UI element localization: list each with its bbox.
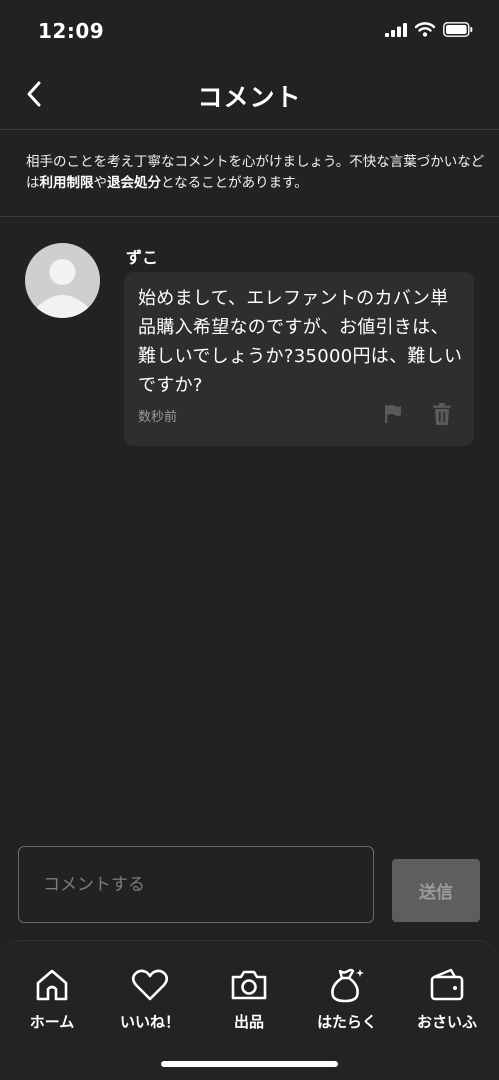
- tab-bar: ホーム いいね！ 出品 はたらく おさいふ: [0, 940, 499, 1080]
- comment-bubble: 始めまして、エレファントのカバン単品購入希望なのですが、お値引きは、難しいでしょ…: [124, 272, 474, 446]
- avatar[interactable]: [25, 243, 100, 318]
- signal-icon: [385, 22, 407, 37]
- notice-text-2: や: [93, 175, 108, 191]
- comment-username[interactable]: ずこ: [126, 244, 158, 268]
- tab-label: 出品: [233, 1013, 264, 1031]
- status-icons: [385, 22, 473, 37]
- divider: [0, 216, 499, 217]
- tab-likes[interactable]: いいね！: [100, 965, 200, 1035]
- tab-work[interactable]: はたらく: [297, 965, 397, 1035]
- camera-icon: [229, 965, 269, 1005]
- wallet-icon: [427, 965, 467, 1005]
- tab-label: いいね！: [119, 1013, 180, 1031]
- delete-button[interactable]: [431, 402, 453, 426]
- status-bar: 12:09: [0, 0, 499, 62]
- tab-listing[interactable]: 出品: [199, 965, 299, 1035]
- tab-home[interactable]: ホーム: [2, 965, 102, 1035]
- comment-text: 始めまして、エレファントのカバン単品購入希望なのですが、お値引きは、難しいでしょ…: [138, 288, 463, 396]
- comment-input[interactable]: [18, 846, 374, 923]
- flag-icon: [385, 405, 401, 423]
- tab-label: おさいふ: [416, 1013, 477, 1031]
- notice-bold-withdrawal: 退会処分: [107, 175, 161, 191]
- send-button[interactable]: 送信: [392, 859, 480, 922]
- heart-icon: [130, 965, 170, 1005]
- battery-icon: [443, 22, 473, 37]
- notice-bold-usage-restriction: 利用制限: [39, 175, 94, 191]
- comment-timestamp: 数秒前: [138, 410, 178, 425]
- money-bag-icon: [327, 965, 367, 1005]
- tab-label: ホーム: [29, 1013, 75, 1031]
- tab-wallet[interactable]: おさいふ: [397, 965, 497, 1035]
- trash-icon: [433, 403, 451, 425]
- status-time: 12:09: [38, 19, 105, 43]
- tab-label: はたらく: [317, 1013, 377, 1031]
- page-title: コメント: [197, 83, 302, 112]
- home-indicator[interactable]: [161, 1061, 338, 1067]
- home-icon: [32, 965, 72, 1005]
- nav-bar: コメント: [0, 62, 499, 130]
- default-user-icon: [37, 259, 88, 318]
- wifi-icon: [415, 22, 435, 37]
- report-button[interactable]: [382, 403, 404, 425]
- comment-guideline-notice: 相手のことを考え丁寧なコメントを心がけましょう。不快な言葉づかいなどは利用制限や…: [26, 152, 486, 194]
- notice-text-3: となることがあります。: [161, 175, 308, 191]
